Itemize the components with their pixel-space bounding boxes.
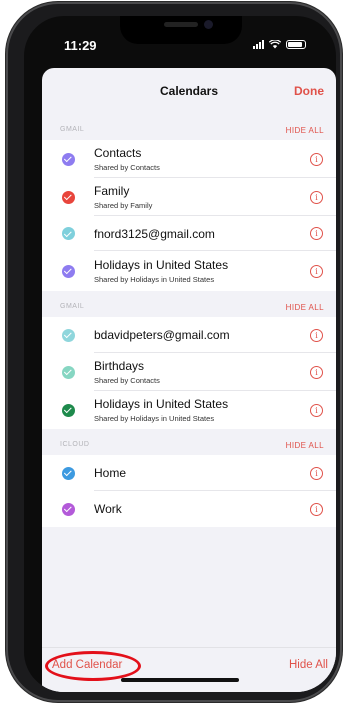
calendar-row[interactable]: bdavidpeters@gmail.com i [42, 317, 336, 353]
calendar-row[interactable]: Work i [42, 491, 336, 527]
info-icon[interactable]: i [310, 502, 323, 516]
account-label: GMAIL [60, 126, 85, 133]
calendar-row[interactable]: Home i [42, 455, 336, 491]
section-hide-all-button[interactable]: HIDE ALL [286, 441, 324, 450]
section-hide-all-button[interactable]: HIDE ALL [286, 126, 324, 135]
checkmark-icon [63, 228, 72, 237]
status-time: 11:29 [64, 38, 97, 53]
calendar-row[interactable]: Birthdays Shared by Contacts i [42, 353, 336, 391]
page-title: Calendars [159, 84, 219, 98]
calendar-group: bdavidpeters@gmail.com i Birthdays Shared b… [42, 317, 336, 429]
checkmark-icon [63, 330, 72, 339]
calendar-shared-by: Shared by Contacts [94, 376, 160, 385]
calendar-row[interactable]: Family Shared by Family i [42, 178, 336, 216]
hide-all-button[interactable]: Hide All [289, 659, 328, 671]
calendar-color-checkmark[interactable] [61, 190, 75, 204]
checkmark-icon [63, 192, 72, 201]
calendar-color-checkmark[interactable] [61, 403, 75, 417]
info-icon[interactable]: i [310, 328, 323, 342]
speaker-grille [164, 22, 198, 27]
calendar-name: bdavidpeters@gmail.com [94, 328, 230, 342]
checkmark-icon [63, 405, 72, 414]
info-icon[interactable]: i [310, 466, 323, 480]
calendar-group: Contacts Shared by Contacts i Family Shared … [42, 140, 336, 291]
calendar-shared-by: Shared by Holidays in United States [94, 414, 215, 423]
info-icon[interactable]: i [310, 227, 323, 240]
account-label: ICLOUD [60, 441, 90, 448]
calendar-color-checkmark[interactable] [61, 466, 75, 480]
calendar-color-checkmark[interactable] [61, 152, 75, 166]
calendar-row[interactable]: Contacts Shared by Contacts i [42, 140, 336, 178]
done-button[interactable]: Done [294, 84, 324, 98]
calendar-color-checkmark[interactable] [61, 365, 75, 379]
phone-frame: 11:29 Calendars Done GMAIL HIDE ALL Contac… [6, 2, 342, 702]
checkmark-icon [63, 367, 72, 376]
notch [120, 16, 242, 44]
calendar-row[interactable]: fnord3125@gmail.com i [42, 216, 336, 251]
calendar-name: fnord3125@gmail.com [94, 226, 215, 241]
calendar-row[interactable]: Holidays in United States Shared by Holid… [42, 251, 336, 291]
info-icon[interactable]: i [310, 264, 323, 278]
calendar-name: Family [94, 184, 130, 198]
camera-icon [204, 20, 213, 29]
calendars-sheet: Calendars Done GMAIL HIDE ALL Contacts Shar… [42, 68, 336, 692]
checkmark-icon [63, 504, 72, 513]
calendar-name: Birthdays [94, 359, 145, 373]
calendar-shared-by: Shared by Holidays in United States [94, 275, 215, 284]
signal-icon [253, 40, 264, 49]
calendar-sections: GMAIL HIDE ALL Contacts Shared by Contacts i… [42, 114, 336, 527]
checkmark-icon [63, 266, 72, 275]
calendar-name: Work [94, 502, 122, 516]
section-hide-all-button[interactable]: HIDE ALL [286, 303, 324, 312]
phone-screen: 11:29 Calendars Done GMAIL HIDE ALL Contac… [24, 16, 336, 692]
info-icon[interactable]: i [310, 365, 323, 379]
status-icons [253, 40, 306, 49]
add-calendar-button[interactable]: Add Calendar [52, 659, 122, 671]
calendar-name: Home [94, 466, 127, 480]
info-icon[interactable]: i [310, 190, 323, 204]
calendar-name: Contacts [94, 146, 142, 160]
account-label: GMAIL [60, 303, 85, 310]
calendar-color-checkmark[interactable] [61, 264, 75, 278]
bottom-toolbar: Add Calendar Hide All [42, 647, 336, 692]
calendar-name: Holidays in United States [94, 258, 229, 272]
section-header: GMAIL HIDE ALL [42, 291, 336, 317]
checkmark-icon [63, 154, 72, 163]
calendar-shared-by: Shared by Contacts [94, 163, 160, 172]
section-header: GMAIL HIDE ALL [42, 114, 336, 140]
battery-icon [286, 40, 306, 49]
checkmark-icon [63, 468, 72, 477]
calendar-row[interactable]: Holidays in United States Shared by Holid… [42, 391, 336, 429]
calendar-group: Home i Work i [42, 455, 336, 527]
calendar-name: Holidays in United States [94, 397, 229, 411]
calendar-color-checkmark[interactable] [61, 328, 75, 342]
nav-bar: Calendars Done [42, 68, 336, 114]
wifi-icon [269, 40, 281, 49]
section-header: ICLOUD HIDE ALL [42, 429, 336, 455]
info-icon[interactable]: i [310, 152, 323, 166]
calendar-color-checkmark[interactable] [61, 227, 75, 240]
info-icon[interactable]: i [310, 403, 323, 417]
calendar-shared-by: Shared by Family [94, 201, 153, 210]
home-indicator [121, 678, 239, 682]
calendar-color-checkmark[interactable] [61, 502, 75, 516]
